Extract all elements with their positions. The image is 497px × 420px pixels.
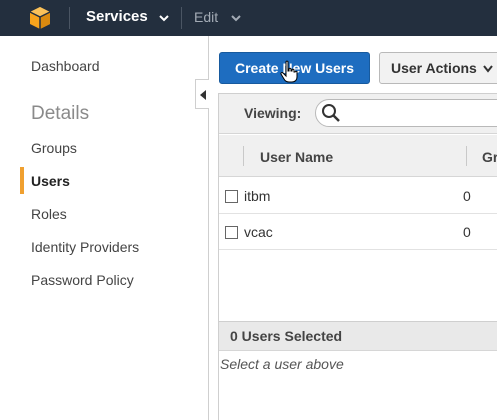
- user-name-cell[interactable]: vcac: [244, 224, 273, 240]
- sidebar: [0, 36, 208, 420]
- search-input[interactable]: [315, 99, 497, 127]
- groups-count-cell: 0: [463, 188, 471, 204]
- table-row[interactable]: itbm 0: [219, 178, 497, 214]
- aws-cube-icon[interactable]: [29, 6, 51, 30]
- sidebar-item-users[interactable]: Users: [31, 173, 70, 189]
- sidebar-item-dashboard[interactable]: Dashboard: [31, 58, 100, 74]
- selected-count: 0 Users Selected: [230, 328, 343, 344]
- chevron-left-icon: [200, 90, 206, 100]
- topbar-divider: [69, 7, 70, 29]
- user-name-cell[interactable]: itbm: [244, 188, 270, 204]
- search-icon: [322, 104, 340, 122]
- sidebar-item-groups[interactable]: Groups: [31, 140, 77, 156]
- chevron-down-icon: [483, 65, 493, 73]
- sidebar-item-roles[interactable]: Roles: [31, 206, 67, 222]
- services-menu[interactable]: Services: [86, 8, 148, 25]
- active-item-indicator: [20, 167, 24, 194]
- selection-hint: Select a user above: [220, 356, 344, 372]
- edit-menu[interactable]: Edit: [194, 9, 218, 25]
- column-divider: [466, 146, 467, 166]
- collapse-sidebar-button[interactable]: [195, 79, 209, 109]
- sidebar-item-password-policy[interactable]: Password Policy: [31, 272, 134, 288]
- sidebar-item-identity-providers[interactable]: Identity Providers: [31, 239, 139, 255]
- user-actions-label: User Actions: [391, 60, 477, 76]
- chevron-down-icon[interactable]: [158, 12, 170, 24]
- column-header-groups[interactable]: Gr: [482, 149, 497, 165]
- row-checkbox[interactable]: [225, 190, 238, 203]
- table-row[interactable]: vcac 0: [219, 214, 497, 250]
- topbar-divider: [181, 7, 182, 29]
- chevron-down-icon[interactable]: [230, 12, 242, 24]
- row-checkbox[interactable]: [225, 226, 238, 239]
- hand-pointer-icon: [280, 60, 298, 83]
- top-navigation-bar: Services Edit: [0, 0, 497, 36]
- column-header-user-name[interactable]: User Name: [260, 149, 333, 165]
- user-actions-button[interactable]: User Actions: [379, 52, 497, 84]
- column-divider: [243, 146, 244, 166]
- groups-count-cell: 0: [463, 224, 471, 240]
- viewing-label: Viewing:: [244, 105, 302, 121]
- sidebar-section-heading: Details: [31, 103, 90, 124]
